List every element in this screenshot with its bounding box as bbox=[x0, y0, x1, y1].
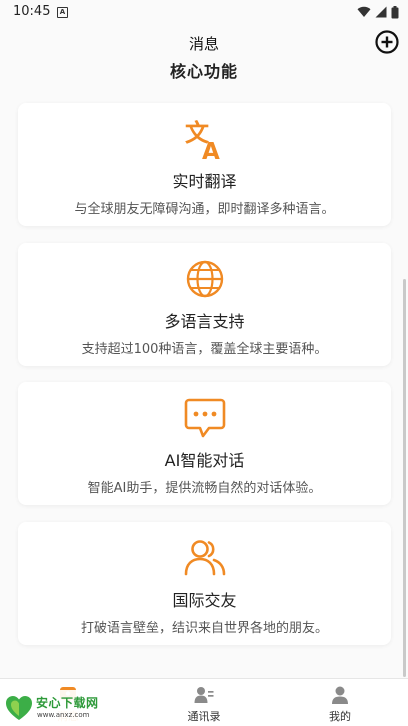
notification-icon: A bbox=[57, 7, 68, 18]
nav-label: 通讯录 bbox=[187, 710, 221, 723]
contacts-icon bbox=[194, 687, 214, 703]
feature-description: 与全球朋友无障碍沟通，即时翻译多种语言。 bbox=[74, 202, 335, 217]
battery-icon bbox=[391, 5, 399, 18]
page-title: 消息 bbox=[188, 35, 219, 53]
feature-list[interactable]: 核心功能 文 A 实时翻译 与全球朋友无障碍沟通，即时翻译多种语言。 多语言支持… bbox=[0, 60, 408, 678]
status-bar: 10:45 A bbox=[0, 0, 408, 24]
profile-icon bbox=[332, 686, 348, 704]
status-icons bbox=[357, 5, 399, 19]
watermark-url: www.anxz.com bbox=[37, 711, 90, 719]
app-header: 消息 bbox=[0, 24, 408, 60]
feature-title: 实时翻译 bbox=[172, 172, 237, 191]
chat-bubble-icon bbox=[184, 398, 225, 438]
signal-icon bbox=[375, 6, 387, 18]
people-icon bbox=[184, 540, 225, 576]
translate-icon: 文 A bbox=[185, 119, 220, 161]
nav-label: 我的 bbox=[329, 710, 351, 723]
watermark: 安心下载网 www.anxz.com bbox=[0, 690, 112, 725]
watermark-logo-icon bbox=[6, 696, 32, 720]
feature-title: 国际交友 bbox=[172, 591, 237, 610]
status-time: 10:45 bbox=[13, 4, 51, 19]
feature-card-ai-chat[interactable]: AI智能对话 智能AI助手，提供流畅自然的对话体验。 bbox=[18, 382, 391, 505]
svg-text:A: A bbox=[202, 139, 220, 161]
scrollbar[interactable] bbox=[403, 279, 406, 677]
feature-description: 打破语言壁垒，结识来自世界各地的朋友。 bbox=[80, 621, 328, 636]
plus-circle-icon[interactable] bbox=[374, 29, 400, 55]
feature-title: AI智能对话 bbox=[164, 451, 245, 470]
nav-item-profile[interactable]: 我的 bbox=[272, 679, 408, 726]
watermark-name: 安心下载网 bbox=[36, 696, 99, 710]
wifi-icon bbox=[357, 6, 371, 18]
globe-icon bbox=[186, 260, 223, 298]
nav-item-contacts[interactable]: 通讯录 bbox=[136, 679, 272, 726]
feature-title: 多语言支持 bbox=[164, 312, 245, 331]
section-title: 核心功能 bbox=[169, 62, 238, 81]
feature-description: 智能AI助手，提供流畅自然的对话体验。 bbox=[87, 481, 322, 496]
feature-card-international-friends[interactable]: 国际交友 打破语言壁垒，结识来自世界各地的朋友。 bbox=[18, 522, 391, 645]
feature-description: 支持超过100种语言，覆盖全球主要语种。 bbox=[81, 342, 328, 357]
feature-card-translation[interactable]: 文 A 实时翻译 与全球朋友无障碍沟通，即时翻译多种语言。 bbox=[18, 103, 391, 226]
feature-card-multilanguage[interactable]: 多语言支持 支持超过100种语言，覆盖全球主要语种。 bbox=[18, 243, 391, 366]
